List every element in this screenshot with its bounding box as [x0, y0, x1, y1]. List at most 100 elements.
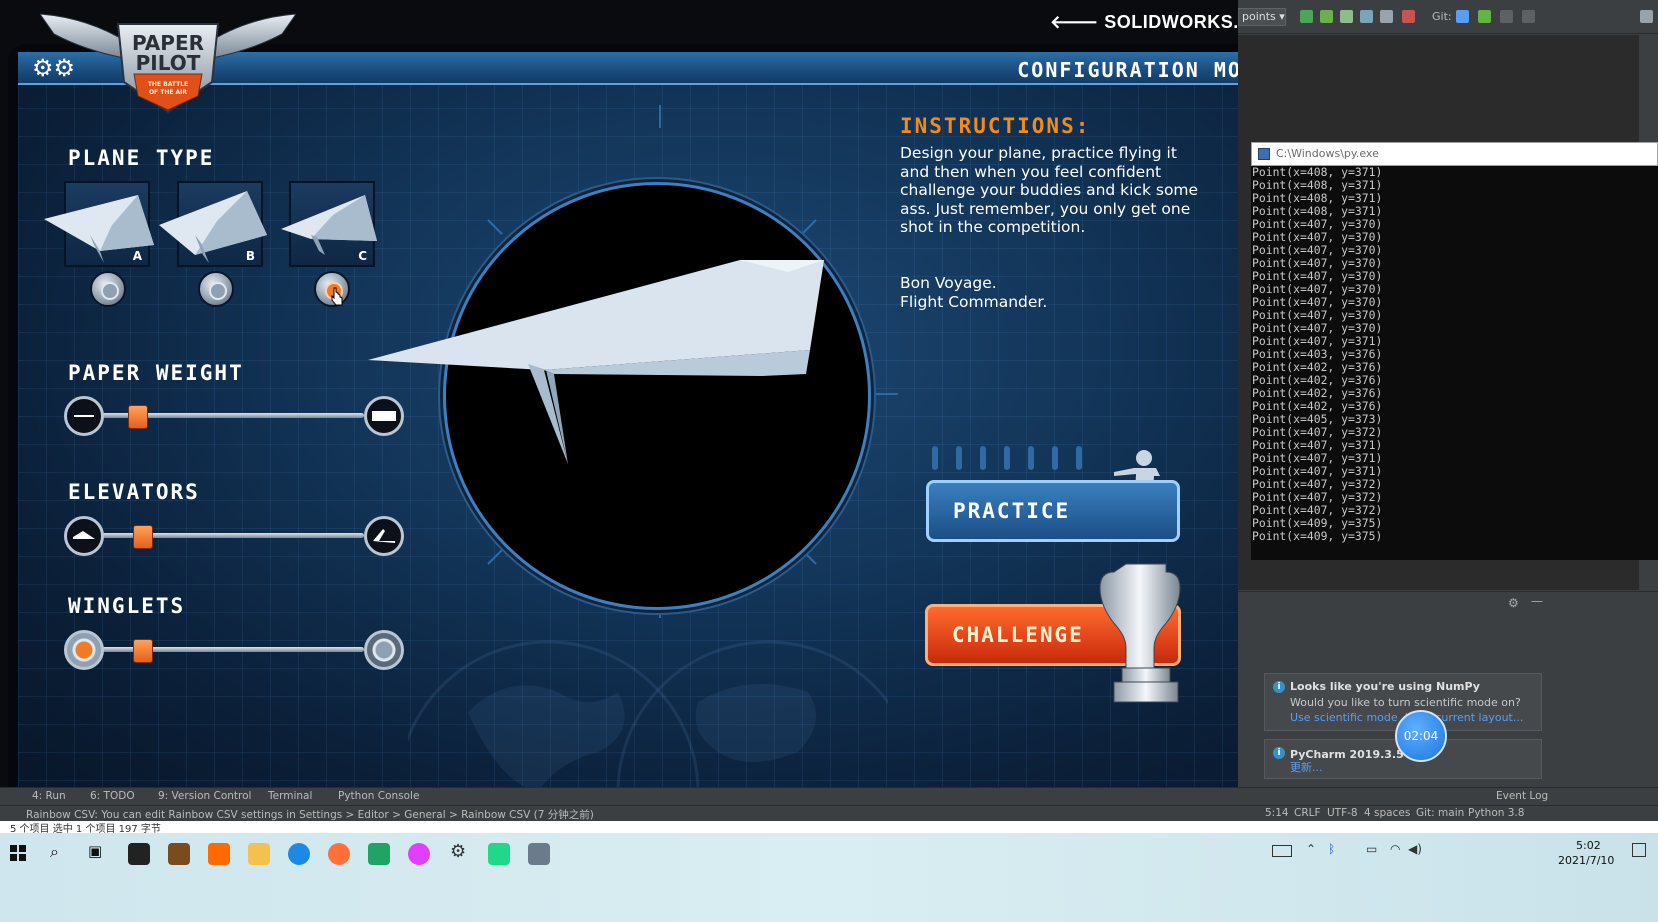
- game-window: ⚙⚙ CONFIGURATION MODE PLANE TYPE A B C P…: [0, 0, 1308, 835]
- plane-card-b[interactable]: B: [159, 181, 267, 267]
- ide-toolbar: points ▾ Git:: [1238, 0, 1658, 34]
- tab-todo[interactable]: 6: TODO: [90, 790, 135, 802]
- run-config-dropdown[interactable]: points ▾: [1238, 8, 1286, 26]
- status-indent[interactable]: 4 spaces: [1364, 807, 1410, 819]
- elevator-down-icon[interactable]: [64, 516, 104, 556]
- clion-icon[interactable]: [368, 843, 390, 865]
- elevators-slider[interactable]: [64, 514, 404, 558]
- git-label: Git:: [1432, 10, 1452, 23]
- pycharm-icon[interactable]: [488, 843, 510, 865]
- use-scientific-mode-link[interactable]: Use scientific mode: [1290, 711, 1398, 724]
- build-icon[interactable]: [1380, 10, 1393, 23]
- plane-card-a[interactable]: A: [44, 181, 154, 267]
- console-output: Point(x=408, y=371) Point(x=408, y=371) Po…: [1252, 166, 1657, 543]
- keyboard-icon[interactable]: [1272, 845, 1292, 857]
- tool-window-tabs: 4: Run 6: TODO 9: Version Control Termin…: [0, 787, 1658, 805]
- instructions-body: Design your plane, practice flying it an…: [900, 144, 1199, 236]
- plane-letter: B: [245, 249, 255, 263]
- clock-time[interactable]: 5:02: [1576, 839, 1601, 852]
- console-window[interactable]: C:\Windows\py.exe Point(x=408, y=371) Poi…: [1251, 142, 1658, 560]
- store-icon[interactable]: [168, 843, 190, 865]
- game-stage: ⚙⚙ CONFIGURATION MODE PLANE TYPE A B C P…: [18, 52, 1290, 794]
- notifications-icon[interactable]: [1632, 843, 1646, 857]
- console-title-bar: C:\Windows\py.exe: [1251, 142, 1658, 166]
- settings-icon[interactable]: ⚙: [450, 841, 466, 862]
- status-git-branch[interactable]: Git: main: [1416, 807, 1464, 819]
- git-update-icon[interactable]: [1456, 10, 1469, 23]
- timer-bubble[interactable]: 02:04: [1395, 710, 1447, 762]
- browser-icon[interactable]: [288, 843, 310, 865]
- mode-title: CONFIGURATION MODE: [1017, 58, 1270, 82]
- plane-a-radio[interactable]: [90, 271, 126, 307]
- file-explorer-icon[interactable]: [248, 843, 270, 865]
- plane-card-c[interactable]: C: [281, 181, 377, 267]
- windows-taskbar: ⌕ ▣ ⚙ ⌃ ᛒ ▭ ◠ ◀) 5:02 2021/7/10: [0, 833, 1658, 922]
- volume-icon[interactable]: ◀): [1408, 842, 1422, 856]
- plane-letter: C: [358, 249, 367, 263]
- update-link[interactable]: 更新...: [1290, 759, 1323, 775]
- winglets-slider[interactable]: [64, 628, 404, 672]
- git-history-icon[interactable]: [1500, 10, 1513, 23]
- settings-gear-icon[interactable]: ⚙: [1508, 596, 1519, 610]
- info-icon: i: [1273, 747, 1285, 759]
- tab-terminal[interactable]: Terminal: [268, 790, 312, 802]
- tray-expand-icon[interactable]: ⌃: [1306, 842, 1316, 856]
- plane-a-icon: [44, 195, 154, 263]
- logo-subtitle-2: OF THE AIR: [149, 89, 187, 96]
- search-icon[interactable]: ⌕: [50, 842, 59, 862]
- plane-type-label: PLANE TYPE: [68, 146, 215, 170]
- app-icon-window[interactable]: [528, 843, 550, 865]
- windows-start-icon[interactable]: [10, 845, 26, 861]
- winglets-thumb[interactable]: [132, 639, 153, 663]
- winglet-min-icon[interactable]: [64, 630, 104, 670]
- tab-run[interactable]: 4: Run: [32, 790, 66, 802]
- notification-title: Looks like you're using NumPy: [1290, 680, 1480, 693]
- plane-preview-model: [368, 260, 824, 464]
- event-log-tab[interactable]: Event Log: [1496, 790, 1548, 802]
- photos-icon[interactable]: [408, 843, 430, 865]
- instructions-title: INSTRUCTIONS:: [900, 114, 1091, 138]
- run-config-label: points: [1242, 10, 1276, 23]
- winglet-max-icon[interactable]: [364, 630, 404, 670]
- app-icon-1[interactable]: [128, 843, 150, 865]
- plane-letter: A: [132, 249, 142, 263]
- console-line: Point(x=409, y=375): [1252, 529, 1383, 543]
- battery-icon[interactable]: ▭: [1366, 842, 1377, 856]
- profile-icon[interactable]: [1360, 10, 1373, 23]
- bluetooth-icon[interactable]: ᛒ: [1328, 842, 1335, 856]
- notification-body: Would you like to turn scientific mode o…: [1290, 696, 1521, 709]
- globe-decoration: [408, 640, 888, 794]
- thin-paper-icon[interactable]: [64, 396, 104, 436]
- stop-icon[interactable]: [1402, 10, 1415, 23]
- paper-weight-label: PAPER WEIGHT: [68, 361, 244, 385]
- status-caret[interactable]: 5:14: [1265, 807, 1289, 819]
- status-line-sep[interactable]: CRLF: [1294, 807, 1321, 819]
- git-rollback-icon[interactable]: [1522, 10, 1535, 23]
- status-interpreter[interactable]: Python 3.8: [1468, 807, 1524, 819]
- wifi-icon[interactable]: ◠: [1390, 842, 1400, 856]
- clock-date[interactable]: 2021/7/10: [1558, 854, 1614, 867]
- tab-python-console[interactable]: Python Console: [338, 790, 419, 802]
- mi-icon[interactable]: [208, 843, 230, 865]
- run-icon[interactable]: [1300, 10, 1313, 23]
- search-icon[interactable]: [1640, 10, 1653, 23]
- plane-b-radio[interactable]: [198, 271, 234, 307]
- debug-icon[interactable]: [1320, 10, 1333, 23]
- plane-b-icon: [159, 191, 267, 263]
- explorer-status: 5 个项目 选中 1 个项目 197 字节: [0, 821, 1658, 835]
- status-bar: Rainbow CSV: You can edit Rainbow CSV se…: [0, 805, 1658, 821]
- elevators-thumb[interactable]: [132, 525, 153, 549]
- firefox-icon[interactable]: [328, 843, 350, 865]
- paper-weight-slider[interactable]: [64, 394, 404, 438]
- tab-version-control[interactable]: 9: Version Control: [158, 790, 251, 802]
- minimize-icon[interactable]: —: [1531, 594, 1543, 608]
- task-view-icon[interactable]: ▣: [88, 842, 102, 860]
- practice-button[interactable]: PRACTICE: [926, 480, 1180, 542]
- instructions-signature: Bon Voyage. Flight Commander.: [900, 274, 1048, 311]
- status-encoding[interactable]: UTF-8: [1327, 807, 1358, 819]
- git-commit-icon[interactable]: [1478, 10, 1491, 23]
- logo-subtitle-1: THE BATTLE: [148, 81, 188, 88]
- coverage-icon[interactable]: [1340, 10, 1353, 23]
- info-icon: i: [1273, 681, 1285, 693]
- paper-weight-thumb[interactable]: [128, 405, 148, 429]
